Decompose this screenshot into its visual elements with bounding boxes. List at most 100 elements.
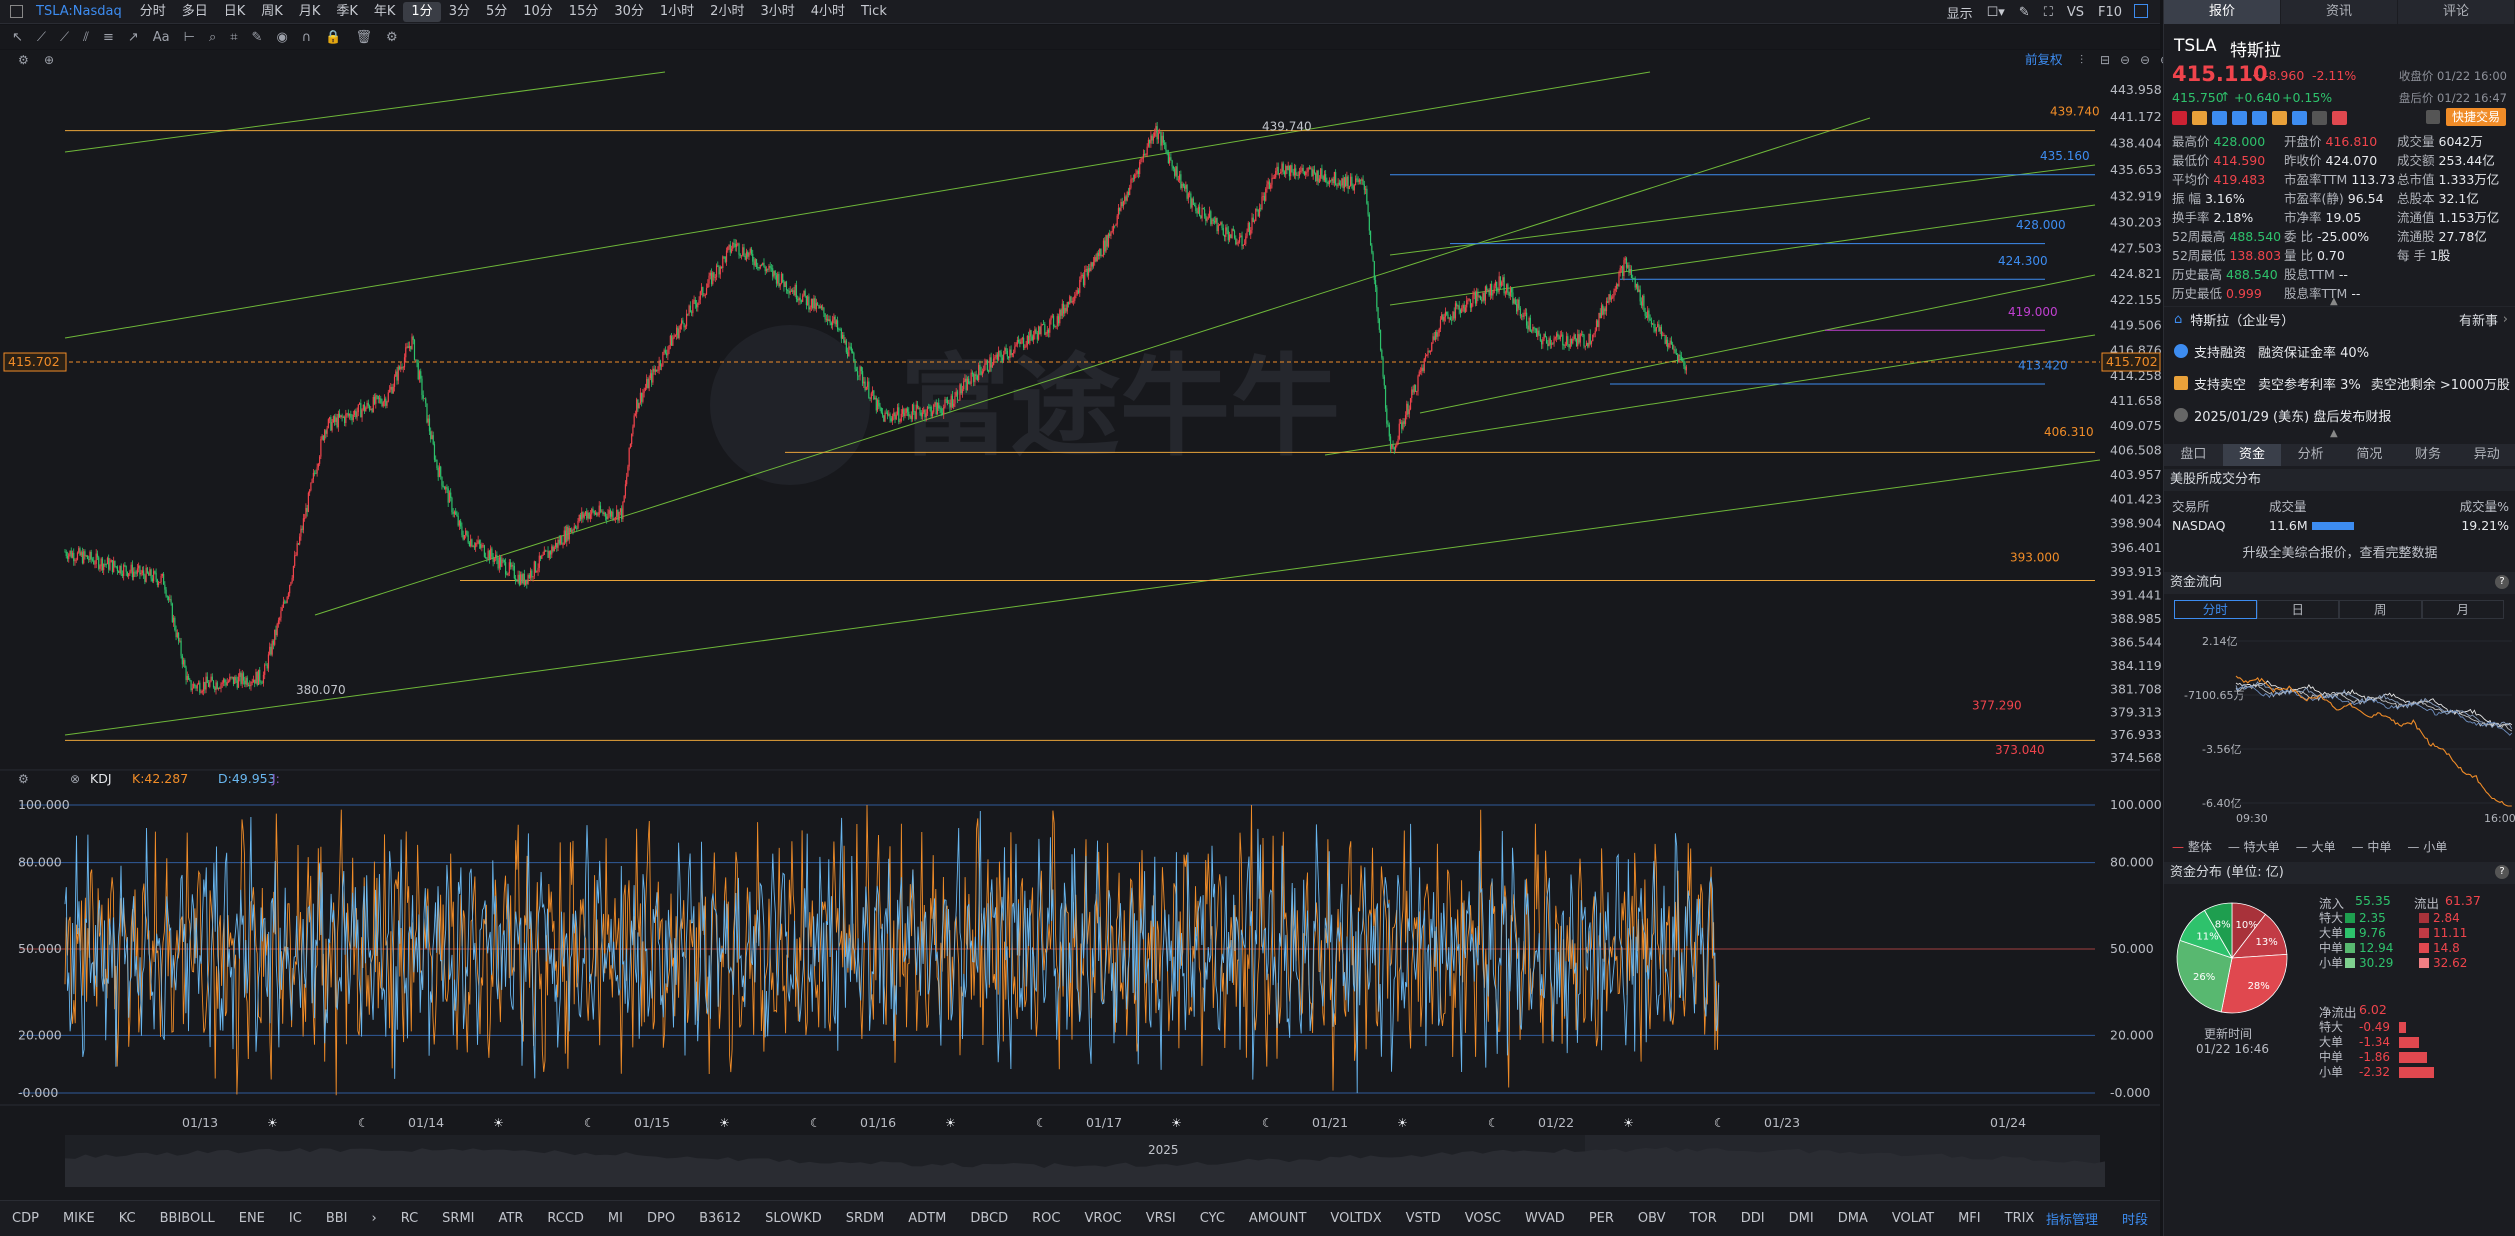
- arrow-tool-icon[interactable]: ↗: [128, 30, 139, 45]
- legend-item-1[interactable]: — 特大单: [2228, 838, 2280, 855]
- lock-icon[interactable]: 🔒: [325, 30, 341, 45]
- indicator-ddi[interactable]: DDI: [1729, 1211, 1777, 1226]
- upgrade-link[interactable]: 升级全美综合报价，查看完整数据: [2164, 542, 2515, 561]
- heart-icon[interactable]: [2332, 111, 2347, 125]
- channel-tool-icon[interactable]: ⫽: [83, 30, 89, 45]
- indicator-cdp[interactable]: CDP: [0, 1211, 51, 1226]
- detail-tab-5[interactable]: 异动: [2457, 444, 2515, 466]
- timeframe-10[interactable]: 10分: [515, 2, 561, 22]
- indicator-bbi[interactable]: BBI: [314, 1211, 360, 1226]
- indicator-vosc[interactable]: VOSC: [1453, 1211, 1513, 1226]
- lock-icon[interactable]: [2426, 110, 2440, 124]
- fullscreen-icon[interactable]: ⛶: [2044, 5, 2053, 20]
- eye-icon[interactable]: ◉: [276, 30, 287, 45]
- indicator-voltdx[interactable]: VOLTDX: [1318, 1211, 1393, 1226]
- share-icon[interactable]: [2292, 111, 2307, 125]
- help-icon-2[interactable]: ?: [2495, 865, 2509, 879]
- ruler-icon[interactable]: ⌗: [230, 30, 237, 45]
- indicator-roc[interactable]: ROC: [1020, 1211, 1072, 1226]
- badge-icon[interactable]: [2192, 111, 2207, 125]
- trash-icon[interactable]: 🗑: [356, 30, 373, 45]
- indicator-vroc[interactable]: VROC: [1072, 1211, 1133, 1226]
- scroll-right-icon[interactable]: ›: [359, 1211, 388, 1226]
- ray-tool-icon[interactable]: ⟋: [60, 30, 69, 45]
- indicator-srmi[interactable]: SRMI: [430, 1211, 486, 1226]
- detail-tab-3[interactable]: 简况: [2340, 444, 2399, 466]
- timeframe-14[interactable]: 2小时: [702, 2, 752, 22]
- layout-icon[interactable]: ☐▾: [1987, 5, 2005, 20]
- fib-tool-icon[interactable]: ≡: [103, 30, 114, 45]
- indicator-b3612[interactable]: B3612: [687, 1211, 753, 1226]
- indicator-mike[interactable]: MIKE: [51, 1211, 107, 1226]
- session-button[interactable]: 时段: [2110, 1209, 2160, 1228]
- f10-button[interactable]: F10: [2098, 5, 2122, 20]
- earnings-row[interactable]: 2025/01/29 (美东) 盘后发布财报: [2164, 402, 2515, 428]
- timeframe-1[interactable]: 多日: [174, 2, 216, 22]
- indicator-cyc[interactable]: CYC: [1188, 1211, 1237, 1226]
- detail-tab-4[interactable]: 财务: [2399, 444, 2458, 466]
- timeframe-4[interactable]: 月K: [291, 2, 329, 22]
- line-tool-icon[interactable]: ⟋: [37, 30, 46, 45]
- indicator-rccd[interactable]: RCCD: [535, 1211, 596, 1226]
- indicator-ic[interactable]: IC: [277, 1211, 314, 1226]
- magnet-icon[interactable]: ∩: [302, 30, 312, 45]
- indicator-vstd[interactable]: VSTD: [1394, 1211, 1453, 1226]
- s-icon[interactable]: [2232, 111, 2247, 125]
- collapse-icon-2[interactable]: ▲: [2330, 428, 2338, 439]
- timeframe-16[interactable]: 4小时: [803, 2, 853, 22]
- indicator-rc[interactable]: RC: [389, 1211, 430, 1226]
- display-menu[interactable]: 显示: [1947, 3, 1973, 22]
- indicator-dbcd[interactable]: DBCD: [958, 1211, 1020, 1226]
- timeframe-12[interactable]: 30分: [606, 2, 652, 22]
- legend-item-2[interactable]: — 大单: [2296, 838, 2336, 855]
- timeframe-6[interactable]: 年K: [366, 2, 404, 22]
- indicator-slowkd[interactable]: SLOWKD: [753, 1211, 834, 1226]
- indicator-obv[interactable]: OBV: [1626, 1211, 1678, 1226]
- legend-item-3[interactable]: — 中单: [2352, 838, 2392, 855]
- brush-icon[interactable]: ✎: [252, 30, 263, 45]
- period-tab-2[interactable]: 周: [2339, 600, 2422, 619]
- 24h-icon[interactable]: [2212, 111, 2227, 125]
- chart-area[interactable]: ⚙⊕前复权⫶⊟⊖⊖⊖富途牛牛443.958441.172438.404435.6…: [0, 50, 2170, 1200]
- detail-tab-1[interactable]: 资金: [2222, 444, 2282, 466]
- indicator-dmi[interactable]: DMI: [1777, 1211, 1826, 1226]
- chat-icon[interactable]: [2272, 111, 2287, 125]
- timeframe-3[interactable]: 周K: [253, 2, 291, 22]
- cursor-icon[interactable]: ↖: [12, 30, 23, 45]
- quick-trade-button[interactable]: 快捷交易: [2446, 108, 2507, 126]
- indicator-ene[interactable]: ENE: [227, 1211, 277, 1226]
- symbol-label[interactable]: TSLA:Nasdaq: [36, 4, 122, 19]
- timeframe-17[interactable]: Tick: [853, 2, 895, 22]
- sidebar-tab-2[interactable]: 评论: [2398, 0, 2515, 24]
- indicator-per[interactable]: PER: [1577, 1211, 1626, 1226]
- indicator-mi[interactable]: MI: [596, 1211, 635, 1226]
- timeframe-5[interactable]: 季K: [328, 2, 366, 22]
- indicator-tor[interactable]: TOR: [1678, 1211, 1729, 1226]
- indicator-volat[interactable]: VOLAT: [1880, 1211, 1946, 1226]
- indicator-adtm[interactable]: ADTM: [896, 1211, 958, 1226]
- timeframe-11[interactable]: 15分: [561, 2, 607, 22]
- measure-icon[interactable]: ⊢: [184, 30, 195, 45]
- period-tab-0[interactable]: 分时: [2174, 600, 2257, 619]
- indicator-srdm[interactable]: SRDM: [834, 1211, 897, 1226]
- text-tool-icon[interactable]: Aa: [153, 30, 170, 45]
- help-icon[interactable]: ?: [2495, 575, 2509, 589]
- vs-button[interactable]: VS: [2067, 5, 2084, 20]
- period-tab-1[interactable]: 日: [2256, 600, 2339, 619]
- company-row[interactable]: ⌂ 特斯拉（企业号） 有新事 ›: [2164, 306, 2515, 332]
- panel-toggle-icon[interactable]: [2134, 4, 2148, 18]
- option-icon[interactable]: [2252, 111, 2267, 125]
- timeframe-9[interactable]: 5分: [478, 2, 515, 22]
- sidebar-tab-1[interactable]: 资讯: [2281, 0, 2398, 24]
- indicator-dpo[interactable]: DPO: [635, 1211, 687, 1226]
- indicator-bbiboll[interactable]: BBIBOLL: [148, 1211, 227, 1226]
- settings-icon[interactable]: ⚙: [386, 30, 398, 45]
- timeframe-8[interactable]: 3分: [441, 2, 478, 22]
- detail-tab-2[interactable]: 分析: [2281, 444, 2340, 466]
- indicator-dma[interactable]: DMA: [1826, 1211, 1880, 1226]
- indicator-atr[interactable]: ATR: [487, 1211, 536, 1226]
- period-tab-3[interactable]: 月: [2421, 600, 2504, 619]
- indicator-mfi[interactable]: MFI: [1946, 1211, 1993, 1226]
- doc-icon[interactable]: [2312, 111, 2327, 125]
- chart-svg[interactable]: ⚙⊕前复权⫶⊟⊖⊖⊖富途牛牛443.958441.172438.404435.6…: [0, 50, 2170, 1200]
